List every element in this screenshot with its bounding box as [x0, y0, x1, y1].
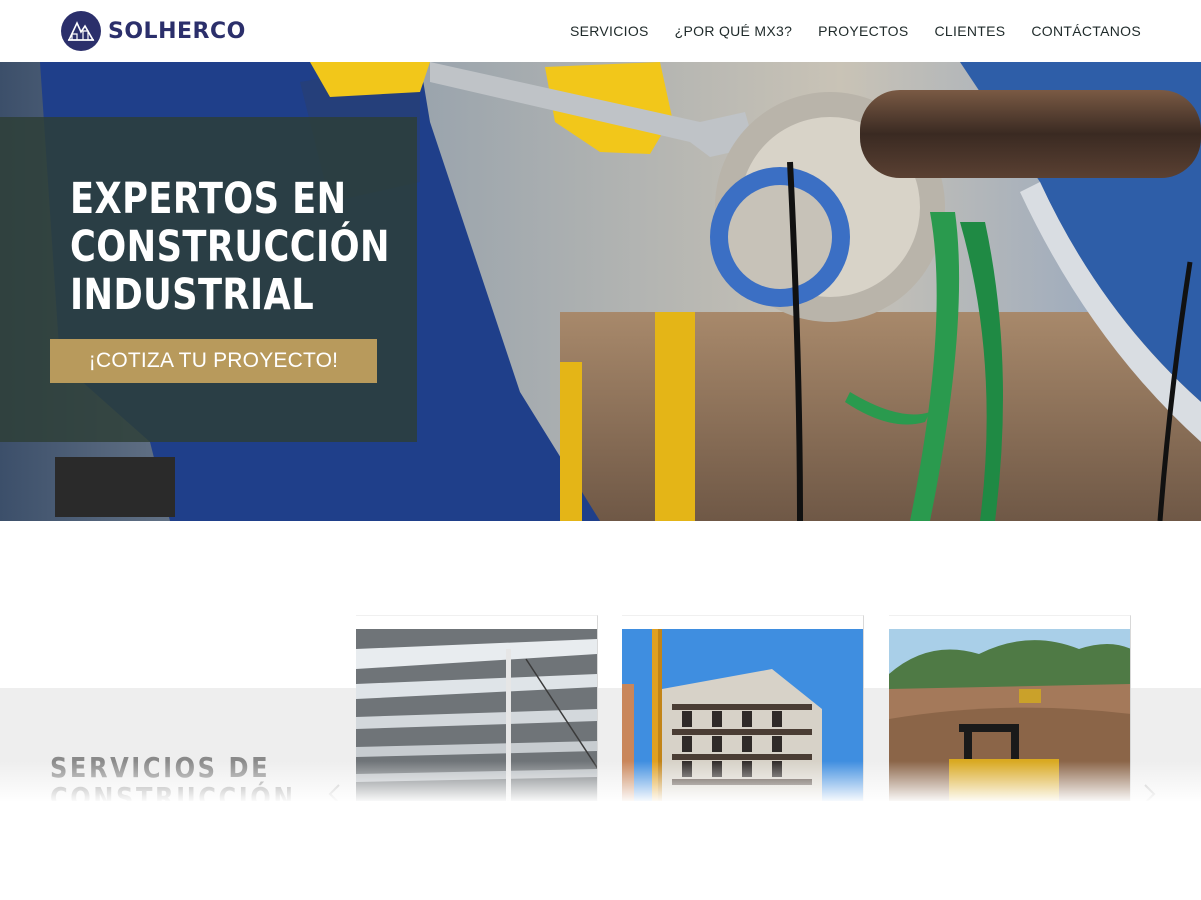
service-card-earthworks[interactable]	[889, 615, 1131, 801]
main-nav: SERVICIOS ¿POR QUÉ MX3? PROYECTOS CLIENT…	[570, 0, 1141, 62]
bulldozer-earthworks-photo	[889, 629, 1130, 801]
nav-por-que[interactable]: ¿POR QUÉ MX3?	[675, 23, 792, 39]
brand-name: SOLHERCO	[108, 18, 246, 44]
brand-logo[interactable]: SOLHERCO	[60, 10, 246, 52]
service-card-warehouse[interactable]	[356, 615, 598, 801]
nav-contactanos[interactable]: CONTÁCTANOS	[1031, 23, 1141, 39]
warehouse-roof-photo	[356, 629, 597, 801]
building-under-construction-photo	[622, 629, 863, 801]
quote-project-button[interactable]: ¡COTIZA TU PROYECTO!	[50, 339, 377, 383]
hero-section: EXPERTOS EN CONSTRUCCIÓN INDUSTRIAL ¡COT…	[0, 62, 1201, 521]
nav-servicios[interactable]: SERVICIOS	[570, 23, 649, 39]
hero-overlay-panel: EXPERTOS EN CONSTRUCCIÓN INDUSTRIAL ¡COT…	[0, 117, 417, 442]
services-title: SERVICIOS DE CONSTRUCCIÓN	[50, 753, 291, 801]
hero-title-line: EXPERTOS EN	[70, 174, 347, 224]
services-section: SERVICIOS DE CONSTRUCCIÓN	[0, 521, 1201, 900]
service-card-building[interactable]	[622, 615, 864, 801]
logo-mark-icon	[61, 11, 101, 51]
nav-proyectos[interactable]: PROYECTOS	[818, 23, 908, 39]
lower-blank-area	[0, 801, 1201, 900]
services-title-line: CONSTRUCCIÓN	[50, 781, 291, 802]
hero-title: EXPERTOS EN CONSTRUCCIÓN INDUSTRIAL	[70, 174, 390, 320]
site-header: SOLHERCO SERVICIOS ¿POR QUÉ MX3? PROYECT…	[0, 0, 1201, 62]
nav-clientes[interactable]: CLIENTES	[935, 23, 1006, 39]
hero-title-line: INDUSTRIAL	[70, 270, 315, 320]
hero-title-line: CONSTRUCCIÓN	[70, 222, 390, 272]
services-title-line: SERVICIOS DE	[50, 753, 271, 784]
